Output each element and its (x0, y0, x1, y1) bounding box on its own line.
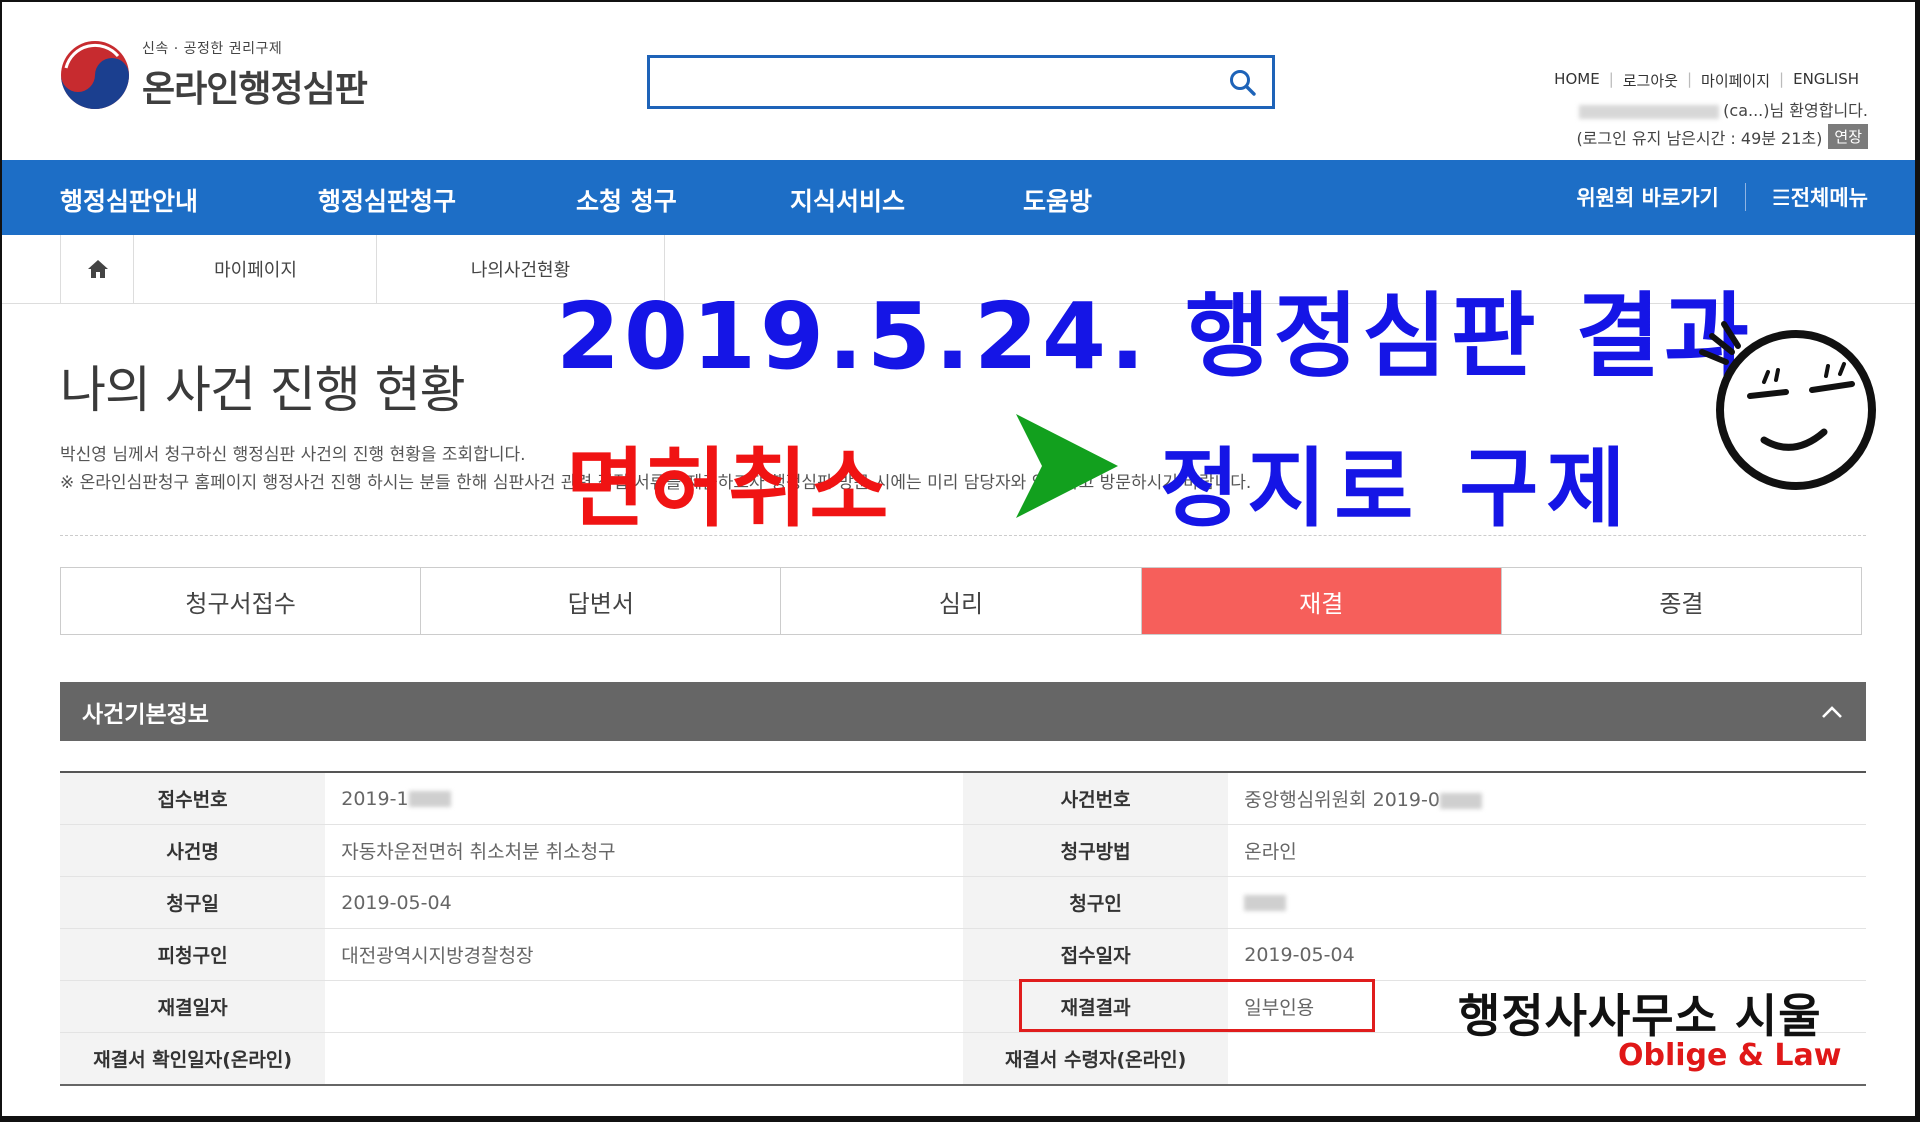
overlay-after: 정지로 구제 (1160, 439, 1634, 539)
page-title: 나의 사건 진행 현황 (60, 361, 466, 419)
label-claimant: 청구인 (962, 876, 1229, 929)
table-row: 피청구인 대전광역시지방경찰청장 접수일자 2019-05-04 (60, 928, 1866, 981)
value-case-no: 중앙행심위원회 2019-0 (1228, 772, 1866, 825)
value-decision-date (325, 980, 963, 1033)
step-closed: 종결 (1659, 589, 1704, 618)
label-case-no: 사건번호 (962, 772, 1229, 825)
overlay-before: 면허취소 (566, 439, 891, 539)
value-decision-confirm-date (325, 1032, 963, 1086)
value-case-name: 자동차운전면허 취소처분 취소청구 (325, 824, 963, 877)
logout-link[interactable]: 로그아웃 (1614, 70, 1687, 91)
step-decision: 재결 (1141, 568, 1502, 634)
table-row: 접수번호 2019-1 사건번호 중앙행심위원회 2019-0 (60, 772, 1866, 825)
section-header-case-info[interactable]: 사건기본정보 (60, 682, 1866, 741)
search-icon[interactable] (1228, 68, 1258, 98)
case-no-text: 중앙행심위원회 2019-0 (1244, 789, 1440, 811)
search-input[interactable] (658, 64, 1202, 102)
nav-item-knowledge[interactable]: 지식서비스 (790, 182, 905, 218)
breadcrumb-mypage-label: 마이페이지 (214, 260, 297, 281)
nav-divider (1744, 183, 1746, 211)
taegeuk-logo-icon (61, 41, 129, 109)
step-receipt: 청구서접수 (61, 568, 422, 634)
step-hearing: 심리 (781, 568, 1142, 634)
office-name: 행정사사무소 시울 (1458, 989, 1822, 1043)
progress-steps: 청구서접수 답변서 심리 재결 종결 (60, 567, 1862, 635)
blurred-value (1244, 895, 1287, 911)
committee-link[interactable]: 위원회 바로가기 (1576, 182, 1719, 212)
search-box (647, 55, 1275, 109)
value-request-method: 온라인 (1228, 824, 1866, 877)
highlight-box (1019, 979, 1375, 1032)
label-request-method: 청구방법 (962, 824, 1229, 877)
home-link[interactable]: HOME (1545, 70, 1609, 91)
extend-session-button[interactable]: 연장 (1828, 124, 1868, 149)
value-request-date: 2019-05-04 (325, 876, 963, 929)
label-decision-confirm-date: 재결서 확인일자(온라인) (60, 1032, 326, 1086)
nav-item-appeal[interactable]: 소청 청구 (576, 182, 677, 218)
breadcrumb-mypage[interactable]: 마이페이지 (133, 235, 377, 303)
session-timer: (로그인 유지 남은시간 : 49분 21초) 연장 (1576, 124, 1868, 149)
label-respondent: 피청구인 (60, 928, 326, 981)
nav-item-guide[interactable]: 행정심판안내 (60, 182, 198, 218)
welcome-text: (ca...)님 환영합니다. (1723, 101, 1868, 120)
value-receipt-no: 2019-1 (325, 772, 963, 825)
table-row: 청구일 2019-05-04 청구인 (60, 876, 1866, 929)
label-receipt-date: 접수일자 (962, 928, 1229, 981)
blurred-username (1579, 104, 1720, 119)
value-receipt-date: 2019-05-04 (1228, 928, 1866, 981)
nav-item-request[interactable]: 행정심판청구 (318, 182, 456, 218)
blurred-value (408, 791, 451, 807)
step-answer: 답변서 (421, 568, 782, 634)
label-receipt-no: 접수번호 (60, 772, 326, 825)
logo-tagline: 신속 · 공정한 권리구제 (142, 41, 283, 57)
blurred-value (1439, 792, 1482, 809)
label-case-name: 사건명 (60, 824, 326, 877)
label-decision-receiver: 재결서 수령자(온라인) (962, 1032, 1229, 1086)
all-menu-button[interactable]: ☰전체메뉴 (1772, 182, 1868, 212)
label-request-date: 청구일 (60, 876, 326, 929)
page-description: 박신영 님께서 청구하신 행정심판 사건의 진행 현황을 조회합니다. (60, 445, 526, 465)
welcome-message: (ca...)님 환영합니다. (1579, 97, 1868, 121)
value-respondent: 대전광역시지방경찰청장 (325, 928, 963, 981)
overlay-headline: 2019.5.24. 행정심판 결과 (556, 283, 1753, 390)
logo-name: 온라인행정심판 (142, 69, 368, 110)
mypage-link[interactable]: 마이페이지 (1692, 70, 1779, 91)
value-claimant (1228, 876, 1866, 929)
session-text: (로그인 유지 남은시간 : 49분 21초) (1576, 128, 1823, 148)
office-subtitle: Oblige & Law (1618, 1038, 1842, 1073)
home-icon (87, 260, 108, 278)
nav-item-help[interactable]: 도움방 (1023, 182, 1092, 218)
smirk-face-icon (1699, 321, 1876, 490)
breadcrumb-home[interactable] (60, 235, 134, 303)
arrow-right-icon (1016, 414, 1118, 518)
section-title: 사건기본정보 (82, 701, 209, 728)
utility-links: HOME | 로그아웃 | 마이페이지 | ENGLISH (1545, 70, 1868, 91)
site-logo[interactable]: 신속 · 공정한 권리구제 온라인행정심판 (58, 38, 368, 112)
receipt-no-text: 2019-1 (341, 787, 409, 810)
table-row: 사건명 자동차운전면허 취소처분 취소청구 청구방법 온라인 (60, 824, 1866, 877)
english-link[interactable]: ENGLISH (1784, 70, 1868, 91)
main-nav: 행정심판안내 행정심판청구 소청 청구 지식서비스 도움방 위원회 바로가기 ☰… (0, 160, 1920, 235)
chevron-up-icon[interactable] (1820, 700, 1844, 724)
label-decision-date: 재결일자 (60, 980, 326, 1033)
